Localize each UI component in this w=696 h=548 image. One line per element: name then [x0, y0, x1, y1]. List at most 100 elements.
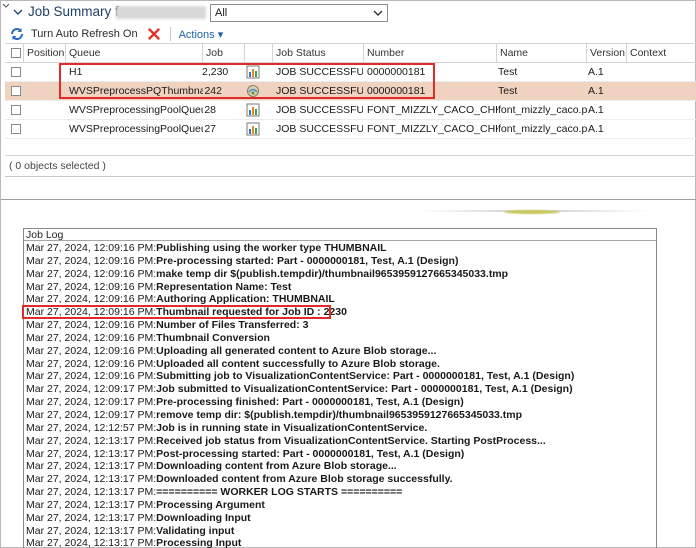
filter-select[interactable]: All — [210, 4, 388, 22]
queue-cell: WVSPreprocessingPoolQueueL — [69, 104, 203, 116]
log-timestamp: Mar 27, 2024, 12:09:17 PM: — [26, 396, 157, 409]
log-message: Downloaded content from Azure Blob stora… — [156, 473, 453, 486]
name-cell: font_mizzly_caco.prt — [498, 123, 588, 135]
number-cell: FONT_MIZZLY_CACO_CHK.PRT — [367, 104, 498, 116]
log-line: Mar 27, 2024, 12:09:17 PM:Job submitted … — [26, 383, 656, 396]
refresh-icon[interactable] — [9, 26, 25, 42]
log-message: Processing Input — [156, 537, 242, 548]
toolbar: Turn Auto Refresh On Actions ▾ — [7, 25, 223, 43]
column-header-number[interactable]: Number — [363, 44, 496, 63]
thumbnail-icon[interactable] — [246, 82, 268, 101]
publish-icon[interactable] — [246, 63, 268, 82]
column-header-queue[interactable]: Queue — [65, 44, 203, 63]
publish-icon[interactable] — [246, 120, 268, 139]
log-timestamp: Mar 27, 2024, 12:09:17 PM: — [26, 408, 157, 421]
log-message: Job is in running state in Visualization… — [156, 421, 428, 434]
column-header-job[interactable]: Job — [202, 44, 244, 63]
log-line: Mar 27, 2024, 12:13:17 PM:Processing Arg… — [26, 499, 656, 512]
log-message: Pre-processing started: Part - 000000018… — [156, 254, 459, 267]
job-cell: 28 — [204, 104, 216, 116]
selection-count: ( 0 objects selected ) — [9, 160, 106, 172]
log-message: remove temp dir: $(publish.tempdir)/thum… — [156, 408, 523, 421]
log-message: Number of Files Transferred: 3 — [156, 319, 309, 332]
row-checkbox[interactable] — [11, 67, 21, 77]
grid-footer: ( 0 objects selected ) — [5, 155, 696, 177]
column-header-context[interactable]: Context — [626, 44, 696, 63]
log-message: Downloading content from Azure Blob stor… — [156, 460, 397, 473]
log-line: Mar 27, 2024, 12:09:17 PM:Pre-processing… — [26, 396, 656, 409]
row-checkbox[interactable] — [11, 105, 21, 115]
select-all-checkbox[interactable] — [11, 48, 21, 58]
log-timestamp: Mar 27, 2024, 12:09:16 PM: — [26, 357, 157, 370]
job-log-lines: Mar 27, 2024, 12:09:16 PM:Publishing usi… — [26, 242, 656, 548]
log-line: Mar 27, 2024, 12:13:17 PM:Downloading In… — [26, 512, 656, 525]
table-row[interactable]: H1 2,230 JOB SUCCESSFUL 0000000181 Test … — [5, 63, 696, 82]
log-timestamp: Mar 27, 2024, 12:13:17 PM: — [26, 498, 157, 511]
redacted-user-name — [116, 6, 206, 19]
row-checkbox[interactable] — [11, 86, 21, 96]
actions-menu[interactable]: Actions ▾ — [179, 28, 224, 41]
job-log-panel: Job Log Mar 27, 2024, 12:09:16 PM:Publis… — [23, 228, 657, 548]
log-line: Mar 27, 2024, 12:09:16 PM:Thumbnail Conv… — [26, 332, 656, 345]
log-timestamp: Mar 27, 2024, 12:13:17 PM: — [26, 537, 157, 548]
name-cell: Test — [498, 85, 518, 97]
log-message: Validating input — [156, 524, 235, 537]
table-row[interactable]: WVSPreprocessingPoolQueueL 28 JOB SUCCES… — [5, 101, 696, 120]
log-line: Mar 27, 2024, 12:13:17 PM:Downloading co… — [26, 460, 656, 473]
name-cell: font_mizzly_caco.prt — [498, 104, 588, 116]
panel-splitter[interactable] — [1, 199, 696, 200]
corner-chevron-icon[interactable] — [2, 2, 10, 10]
context-cell — [630, 101, 696, 120]
close-icon[interactable] — [147, 28, 160, 40]
log-message: make temp dir $(publish.tempdir)/thumbna… — [156, 267, 509, 280]
job-status-cell: JOB SUCCESSFUL — [276, 104, 363, 116]
publish-icon[interactable] — [246, 101, 268, 120]
log-message: Downloading Input — [156, 511, 251, 524]
log-message: Uploaded all content successfully to Azu… — [156, 357, 440, 370]
row-checkbox[interactable] — [11, 124, 21, 134]
log-message: ========== WORKER LOG STARTS ========== — [156, 486, 403, 499]
name-cell: Test — [498, 66, 518, 78]
job-cell: 242 — [204, 85, 222, 97]
chevron-down-icon — [373, 10, 383, 16]
log-timestamp: Mar 27, 2024, 12:13:17 PM: — [26, 473, 157, 486]
log-timestamp: Mar 27, 2024, 12:09:16 PM: — [26, 267, 157, 280]
log-timestamp: Mar 27, 2024, 12:09:16 PM: — [26, 344, 157, 357]
version-cell: A.1 — [588, 85, 604, 97]
log-message: Uploading all generated content to Azure… — [156, 344, 437, 357]
auto-refresh-button[interactable]: Turn Auto Refresh On — [31, 28, 138, 40]
log-timestamp: Mar 27, 2024, 12:13:17 PM: — [26, 434, 157, 447]
filter-select-value: All — [215, 7, 228, 19]
log-message: Thumbnail requested for Job ID : 2230 — [156, 306, 347, 319]
number-cell: 0000000181 — [367, 66, 426, 78]
log-line: Mar 27, 2024, 12:09:16 PM:Pre-processing… — [26, 255, 656, 268]
column-header-job-status[interactable]: Job Status — [272, 44, 363, 63]
log-timestamp: Mar 27, 2024, 12:13:17 PM: — [26, 486, 157, 499]
table-row[interactable]: WVSPreprocessPQThumbnailH 242 JOB SUCCES… — [5, 82, 696, 101]
job-status-cell: JOB SUCCESSFUL — [276, 85, 363, 97]
collapse-chevron-icon[interactable] — [13, 7, 23, 17]
actions-menu-arrow: ▾ — [217, 28, 224, 41]
log-message: Received job status from VisualizationCo… — [156, 434, 546, 447]
job-cell: 27 — [204, 123, 216, 135]
column-header-name[interactable]: Name — [496, 44, 586, 63]
context-cell — [630, 120, 696, 139]
column-header-version[interactable]: Version — [586, 44, 626, 63]
log-line: Mar 27, 2024, 12:09:16 PM:Submitting job… — [26, 370, 656, 383]
column-header-icon[interactable] — [244, 44, 272, 63]
log-timestamp: Mar 27, 2024, 12:09:16 PM: — [26, 319, 157, 332]
queue-cell: WVSPreprocessingPoolQueueL — [69, 123, 203, 135]
table-row[interactable]: WVSPreprocessingPoolQueueL 27 JOB SUCCES… — [5, 120, 696, 139]
log-timestamp: Mar 27, 2024, 12:09:16 PM: — [26, 370, 157, 383]
log-timestamp: Mar 27, 2024, 12:09:17 PM: — [26, 383, 157, 396]
panel-divider-mark — [504, 210, 560, 214]
log-line: Mar 27, 2024, 12:13:17 PM:Downloaded con… — [26, 473, 656, 486]
log-line: Mar 27, 2024, 12:09:16 PM:Representation… — [26, 281, 656, 294]
log-line: Mar 27, 2024, 12:09:17 PM:remove temp di… — [26, 409, 656, 422]
number-cell: 0000000181 — [367, 85, 426, 97]
context-cell — [630, 82, 696, 101]
column-header-position[interactable]: Position — [23, 44, 65, 63]
log-timestamp: Mar 27, 2024, 12:12:57 PM: — [26, 421, 157, 434]
log-message: Authoring Application: THUMBNAIL — [156, 293, 335, 306]
version-cell: A.1 — [588, 123, 604, 135]
